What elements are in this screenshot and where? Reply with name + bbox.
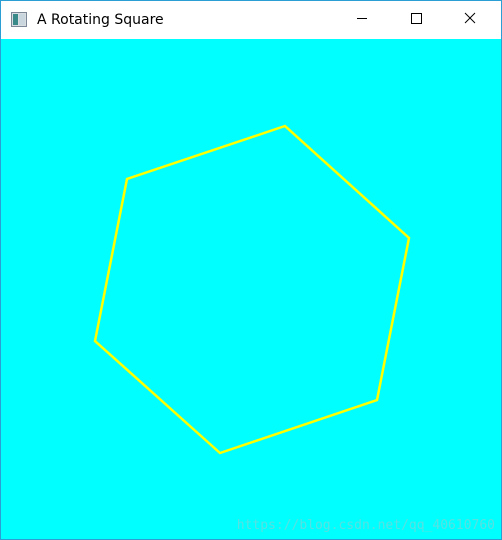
drawing-canvas: https://blog.csdn.net/qq_40610760 — [1, 39, 501, 539]
app-window-icon — [11, 12, 27, 27]
close-button[interactable] — [447, 1, 493, 39]
close-icon — [464, 11, 476, 29]
canvas-drawing — [93, 124, 411, 455]
hexagon-outline — [93, 124, 411, 455]
watermark-text: https://blog.csdn.net/qq_40610760 — [236, 518, 495, 533]
minimize-button[interactable] — [339, 1, 385, 39]
title-bar[interactable]: A Rotating Square — [1, 1, 501, 39]
window-title: A Rotating Square — [37, 12, 164, 28]
application-window: A Rotating Square https://blog.csdn.net/… — [0, 0, 502, 540]
maximize-button[interactable] — [393, 1, 439, 39]
minimize-icon — [356, 11, 368, 29]
maximize-icon — [410, 11, 422, 29]
